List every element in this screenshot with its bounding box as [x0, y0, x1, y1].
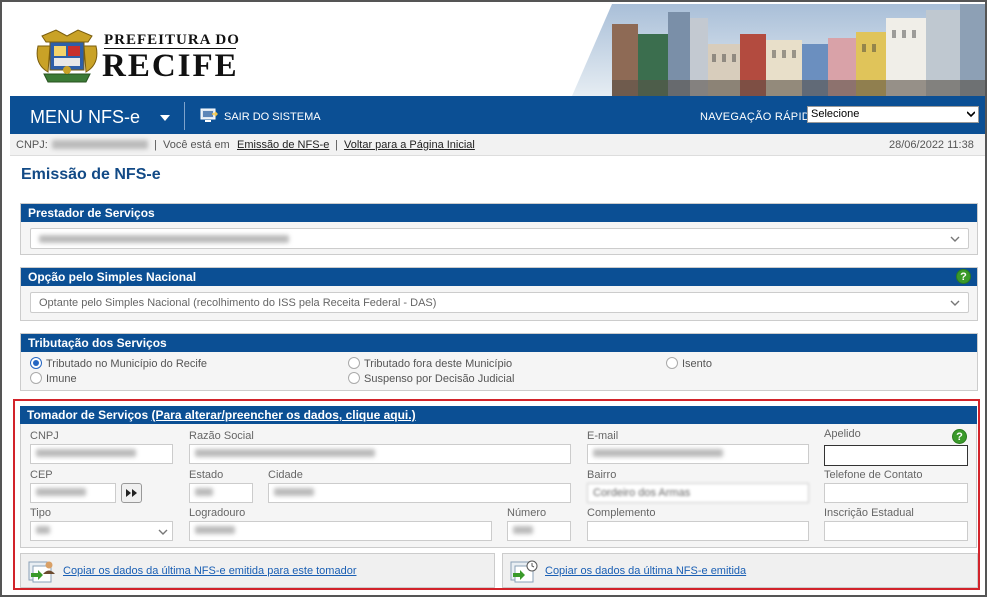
help-icon[interactable]: ?	[952, 429, 967, 444]
cep-label: CEP	[30, 469, 53, 481]
separator: |	[154, 139, 157, 151]
telefone-label: Telefone de Contato	[824, 469, 923, 481]
prestador-title: Prestador de Serviços	[21, 204, 977, 222]
tomador-numero-field[interactable]	[507, 521, 571, 541]
tipo-label: Tipo	[30, 507, 51, 519]
tomador-title: Tomador de Serviços (Para alterar/preenc…	[20, 406, 977, 424]
city-banner-image	[572, 4, 985, 96]
simples-title: Opção pelo Simples Nacional ?	[21, 268, 977, 286]
tomador-email-field[interactable]	[587, 444, 809, 464]
chevron-down-icon	[950, 300, 960, 306]
copy-last-link[interactable]: Copiar os dados da última NFS-e emitida	[545, 565, 746, 577]
back-home-link[interactable]: Voltar para a Página Inicial	[344, 139, 475, 151]
simples-value: Optante pelo Simples Nacional (recolhime…	[39, 297, 437, 309]
datetime: 28/06/2022 11:38	[889, 139, 974, 151]
current-page-link[interactable]: Emissão de NFS-e	[237, 139, 329, 151]
tomador-estado-field[interactable]	[189, 483, 253, 503]
bairro-value: Cordeiro dos Armas	[593, 487, 691, 499]
tomador-razao-social-field[interactable]	[189, 444, 571, 464]
prestador-value-redacted	[39, 235, 289, 243]
quick-nav-label: NAVEGAÇÃO RÁPIDA	[700, 111, 818, 123]
tomador-cidade-field[interactable]	[268, 483, 571, 503]
separator: |	[335, 139, 338, 151]
logo-top-text: PREFEITURA DO	[104, 32, 240, 48]
search-cep-button[interactable]	[121, 483, 142, 503]
city-crest-icon	[36, 29, 98, 83]
copy-tomador-link[interactable]: Copiar os dados da última NFS-e emitida …	[63, 565, 356, 577]
radio-button-icon	[30, 357, 42, 369]
tomador-complemento-field[interactable]	[587, 521, 809, 541]
prestador-select[interactable]	[30, 228, 969, 249]
main-nav-bar: MENU NFS-e SAIR DO SISTEMA NAVEGAÇÃO RÁP…	[10, 96, 985, 134]
numero-label: Número	[507, 507, 547, 519]
exit-system-icon[interactable]	[200, 108, 218, 123]
simples-title-text: Opção pelo Simples Nacional	[28, 270, 197, 284]
copy-tomador-box: Copiar os dados da última NFS-e emitida …	[20, 553, 495, 588]
cnpj-label: CNPJ:	[16, 139, 48, 151]
radio-tributado-fora[interactable]: Tributado fora deste Município	[348, 357, 512, 370]
tomador-telefone-field[interactable]	[824, 483, 968, 503]
radio-label: Tributado no Município do Recife	[46, 358, 208, 370]
cidade-label: Cidade	[268, 469, 303, 481]
tomador-edit-link[interactable]: (Para alterar/preencher os dados, clique…	[152, 408, 416, 422]
radio-isento[interactable]: Isento	[666, 357, 712, 370]
inscricao-label: Inscrição Estadual	[824, 507, 914, 519]
page-title: Emissão de NFS-e	[21, 166, 161, 183]
bairro-label: Bairro	[587, 469, 617, 481]
radio-button-icon	[348, 357, 360, 369]
tomador-title-text: Tomador de Serviços	[27, 408, 149, 422]
tomador-tipo-select[interactable]	[30, 521, 173, 541]
menu-nfse-button[interactable]: MENU NFS-e	[30, 107, 140, 128]
quick-nav-select[interactable]: Selecione	[807, 106, 979, 123]
location-label: Você está em	[163, 139, 230, 151]
tributacao-title: Tributação dos Serviços	[21, 334, 977, 352]
chevron-down-icon	[967, 111, 975, 118]
copy-user-document-icon[interactable]	[27, 558, 57, 584]
chevron-down-icon	[950, 236, 960, 242]
complemento-label: Complemento	[587, 507, 656, 519]
radio-imune[interactable]: Imune	[30, 372, 77, 385]
simples-nacional-panel: Opção pelo Simples Nacional ? Optante pe…	[20, 267, 978, 321]
radio-label: Tributado fora deste Município	[364, 358, 513, 370]
radio-tributado-recife[interactable]: Tributado no Município do Recife	[30, 357, 207, 370]
exit-system-link[interactable]: SAIR DO SISTEMA	[224, 111, 321, 123]
logradouro-label: Logradouro	[189, 507, 246, 519]
copy-last-box: Copiar os dados da última NFS-e emitida	[502, 553, 978, 588]
radio-suspenso[interactable]: Suspenso por Decisão Judicial	[348, 372, 514, 385]
logo-main-text: RECIFE	[102, 48, 239, 84]
quick-nav-value: Selecione	[811, 108, 860, 120]
help-icon[interactable]: ?	[956, 269, 971, 284]
fast-forward-icon	[126, 489, 137, 497]
email-label: E-mail	[587, 430, 619, 442]
razao-social-label: Razão Social	[189, 430, 254, 442]
prefeitura-logo[interactable]: PREFEITURA DO RECIFE	[36, 26, 248, 88]
app-window: PREFEITURA DO RECIFE MENU NFS-e SAIR DO …	[0, 0, 987, 597]
chevron-down-icon	[158, 529, 168, 535]
radio-button-icon	[666, 357, 678, 369]
tomador-bairro-field[interactable]: Cordeiro dos Armas	[587, 483, 809, 503]
tomador-logradouro-field[interactable]	[189, 521, 492, 541]
cnpj-value-redacted	[52, 140, 148, 152]
copy-history-document-icon[interactable]	[509, 558, 539, 584]
radio-label: Imune	[46, 373, 77, 385]
estado-label: Estado	[189, 469, 224, 481]
prestador-panel: Prestador de Serviços	[20, 203, 978, 255]
cnpj-label: CNPJ	[30, 430, 59, 442]
simples-select[interactable]: Optante pelo Simples Nacional (recolhime…	[30, 292, 969, 313]
tomador-cep-field[interactable]	[30, 483, 116, 503]
radio-button-icon	[348, 372, 360, 384]
tomador-cnpj-field[interactable]	[30, 444, 173, 464]
site-header: PREFEITURA DO RECIFE	[10, 4, 985, 96]
context-bar: CNPJ: | Você está em Emissão de NFS-e | …	[10, 134, 985, 156]
nav-divider	[184, 102, 185, 130]
chevron-down-icon[interactable]	[160, 115, 170, 121]
radio-label: Isento	[682, 358, 712, 370]
radio-button-icon	[30, 372, 42, 384]
radio-label: Suspenso por Decisão Judicial	[364, 373, 515, 385]
tomador-inscricao-field[interactable]	[824, 521, 968, 541]
tomador-apelido-field[interactable]	[824, 445, 968, 466]
apelido-label: Apelido	[824, 428, 861, 440]
